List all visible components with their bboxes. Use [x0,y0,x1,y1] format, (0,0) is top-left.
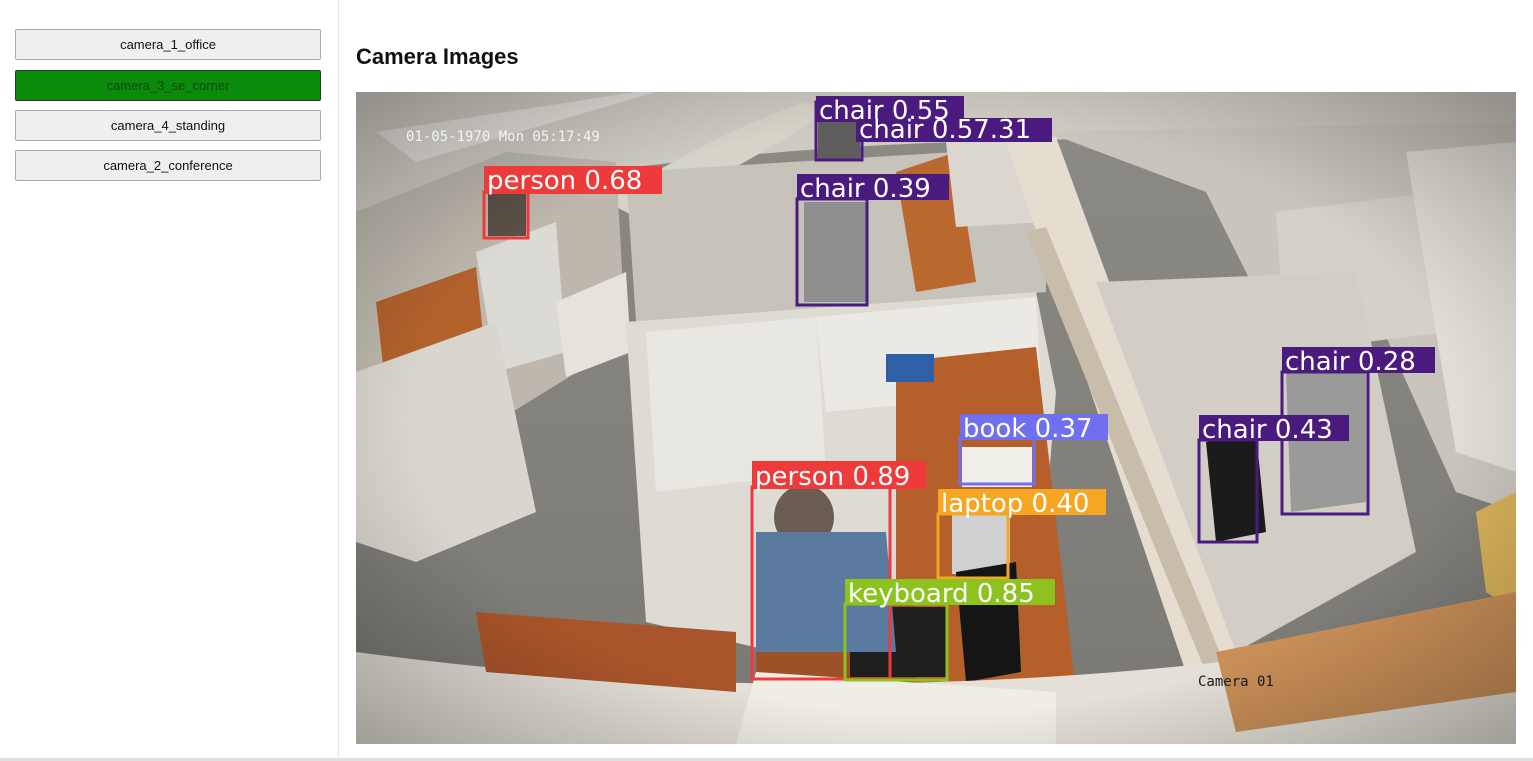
detection-label-laptop-040: laptop 0.40 [941,489,1089,519]
page-title: Camera Images [356,44,519,69]
camera-button-camera-3-se-corner[interactable]: camera_3_se_corner [15,70,321,101]
detection-label-chair-039: chair 0.39 [800,174,931,204]
detection-label-person-068: person 0.68 [487,166,642,196]
camera-image: chair 0.55 chair 0.57.31 person 0.68 cha… [356,92,1516,744]
detection-label-chair-057: chair 0.57.31 [859,115,1031,145]
main-panel: Camera Images chair 0.55 chair 0.57.31 p… [339,0,1533,761]
detection-label-keyboard-085: keyboard 0.85 [848,579,1035,609]
camera-frame-svg: chair 0.55 chair 0.57.31 person 0.68 cha… [356,92,1516,744]
camera-button-camera-4-standing[interactable]: camera_4_standing [15,110,321,141]
camera-timestamp: 01-05-1970 Mon 05:17:49 [406,129,600,145]
detection-label-book-037: book 0.37 [963,414,1093,444]
detection-label-chair-028: chair 0.28 [1285,347,1416,377]
detection-label-person-089: person 0.89 [755,462,910,492]
camera-name-overlay: Camera 01 [1198,674,1274,690]
camera-sidebar: camera_1_office camera_3_se_corner camer… [0,0,339,761]
camera-button-camera-1-office[interactable]: camera_1_office [15,29,321,60]
camera-button-camera-2-conference[interactable]: camera_2_conference [15,150,321,181]
detection-label-chair-043: chair 0.43 [1202,415,1333,445]
